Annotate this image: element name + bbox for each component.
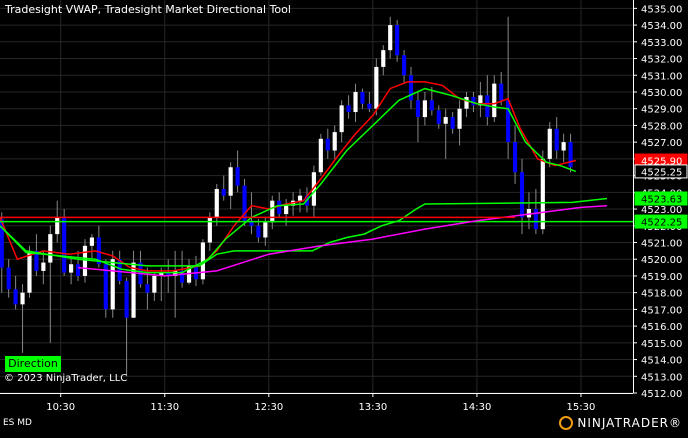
candle-body: [464, 96, 469, 109]
candle-body: [277, 200, 282, 215]
price-tick-label: 4535.00: [641, 4, 682, 15]
candle-body: [492, 83, 497, 118]
candle-body: [13, 289, 18, 305]
price-tick-label: 4513.00: [641, 372, 682, 383]
candle-body: [512, 142, 518, 173]
price-tick-label: 4523.00: [641, 205, 682, 216]
chart-svg[interactable]: 4512.00 4513.00 4514.00 4515.00 4516.00 4517.…: [0, 0, 688, 434]
candle-body: [561, 142, 566, 151]
candle-body: [499, 83, 504, 101]
candle-body: [145, 284, 150, 293]
candle-body: [401, 55, 407, 76]
price-tick-label: 4520.00: [641, 255, 682, 266]
candle-body: [318, 138, 323, 173]
price-tick-label: 4514.00: [641, 356, 682, 367]
candle-body: [27, 250, 32, 293]
candle-body: [325, 138, 330, 151]
candle-body: [6, 267, 11, 290]
price-tick-label: 4512.00: [641, 389, 682, 400]
copyright-text: © 2023 NinjaTrader, LLC: [4, 373, 128, 384]
price-tick-label: 4534.00: [641, 21, 682, 32]
candle-body: [388, 25, 393, 51]
ninjatrader-logo: NINJATRADER®: [559, 416, 682, 430]
candle-body: [450, 117, 455, 129]
price-chart[interactable]: 4512.00 4513.00 4514.00 4515.00 4516.00 4517.…: [0, 0, 688, 434]
candle-body: [75, 264, 81, 276]
price-tick-label: 4521.00: [641, 238, 682, 249]
time-tick-label: 14:30: [463, 402, 492, 413]
indicator-line: [0, 87, 577, 274]
price-marker-label: 4525.25: [641, 167, 682, 178]
price-marker-label: 4522.25: [641, 218, 682, 229]
price-tick-label: 4516.00: [641, 322, 682, 333]
price-tick-label: 4529.00: [641, 105, 682, 116]
logo-text: NINJATRADER®: [577, 416, 682, 430]
candle-body: [62, 217, 67, 273]
direction-button[interactable]: Direction: [5, 356, 61, 372]
candle-body: [353, 91, 358, 113]
price-tick-label: 4517.00: [641, 305, 682, 316]
candle-body: [519, 172, 525, 218]
candle-body: [506, 100, 511, 143]
candle-body: [533, 209, 538, 230]
candle-body: [422, 100, 427, 118]
price-tick-label: 4532.00: [641, 55, 682, 66]
ninjatrader-logo-icon: [559, 416, 574, 430]
candle-body: [228, 167, 233, 196]
candle-body: [443, 117, 448, 124]
candle-body: [48, 234, 53, 263]
candle-body: [55, 217, 60, 235]
candle-body: [339, 105, 344, 133]
time-tick-label: 15:30: [567, 402, 596, 413]
candle-body: [284, 205, 289, 215]
candle-body: [457, 108, 462, 129]
price-tick-label: 4533.00: [641, 38, 682, 49]
candle-body: [367, 103, 372, 109]
candle-body: [395, 25, 400, 56]
candle-body: [214, 188, 219, 218]
candle-body: [124, 280, 129, 318]
candle-body: [360, 91, 365, 104]
candle-body: [436, 110, 441, 124]
price-tick-label: 4527.00: [641, 138, 682, 149]
candle-body: [547, 128, 552, 159]
candle-body: [415, 100, 421, 118]
candle-body: [554, 128, 559, 151]
candle-body: [297, 195, 303, 201]
time-tick-label: 10:30: [46, 402, 75, 413]
candle-body: [235, 167, 240, 186]
candle-body: [69, 264, 74, 273]
time-tick-label: 12:30: [254, 402, 283, 413]
candle-body: [540, 158, 545, 230]
price-tick-label: 4531.00: [641, 71, 682, 82]
time-tick-label: 13:30: [358, 402, 387, 413]
candle-body: [374, 66, 379, 109]
candle-body: [270, 200, 275, 223]
price-tick-label: 4528.00: [641, 121, 682, 132]
candle-body: [471, 96, 476, 106]
price-tick-label: 4518.00: [641, 289, 682, 300]
price-tick-label: 4515.00: [641, 339, 682, 350]
candle-body: [82, 245, 88, 276]
candle-body: [89, 237, 94, 246]
chart-title: Tradesight VWAP, Tradesight Market Direc…: [5, 3, 291, 16]
candle-body: [346, 105, 351, 113]
time-tick-label: 11:30: [150, 402, 179, 413]
price-tick-label: 4519.00: [641, 272, 682, 283]
candle-body: [332, 132, 337, 151]
candle-body: [221, 188, 226, 196]
candle-body: [381, 50, 386, 67]
candle-body: [256, 225, 261, 238]
candle-body: [408, 75, 414, 101]
price-tick-label: 4530.00: [641, 88, 682, 99]
candle-body: [41, 262, 46, 271]
candle-body: [20, 292, 25, 305]
candle-body: [429, 100, 434, 111]
price-marker-label: 4523.63: [641, 195, 682, 206]
candle-body: [568, 142, 573, 168]
instrument-label: ES MD: [3, 418, 32, 428]
candle-body: [263, 222, 268, 238]
candle-body: [152, 275, 157, 293]
